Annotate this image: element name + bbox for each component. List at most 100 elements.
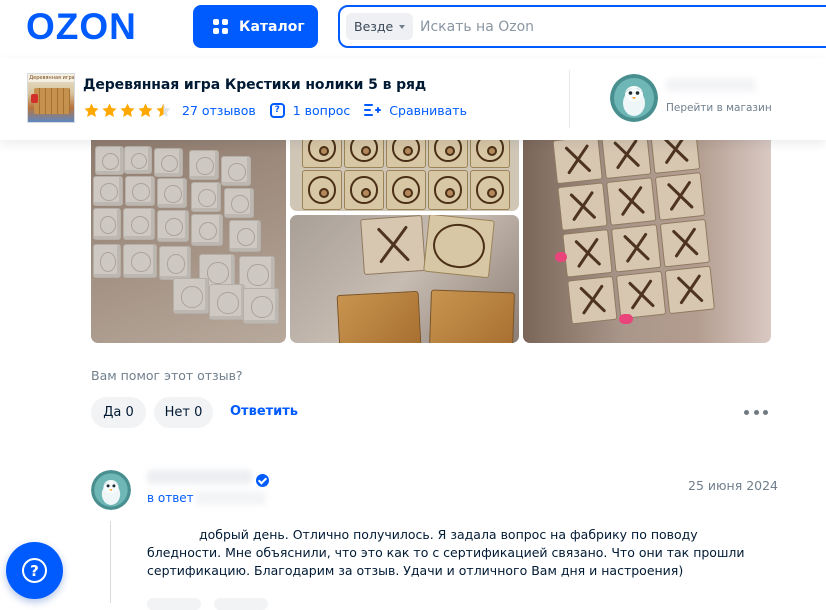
catalog-button[interactable]: Каталог (193, 5, 318, 48)
support-chat-button[interactable]: ? (6, 542, 63, 599)
cube (224, 188, 254, 218)
cube (610, 223, 662, 273)
fingernail (555, 252, 567, 262)
reply-avatar (91, 470, 131, 510)
shop-name-redacted (666, 78, 756, 92)
cube (209, 284, 245, 320)
thumbnail-board (34, 88, 70, 114)
search-scope-label: Везде (354, 19, 394, 34)
review-photo-3[interactable] (290, 215, 519, 343)
reply-to-redacted (196, 491, 266, 505)
cube (243, 288, 279, 324)
rating-stars (83, 102, 173, 119)
cube (615, 270, 667, 320)
grid-icon (213, 19, 228, 34)
star-icon (138, 102, 153, 117)
cube (93, 176, 123, 206)
cube (659, 218, 711, 268)
cube (428, 170, 468, 210)
reply-text: добрый день. Отлично получилось. Я задал… (147, 526, 767, 580)
cube (93, 208, 121, 240)
cube (191, 214, 223, 246)
questions-link[interactable]: ? 1 вопрос (269, 102, 350, 118)
cube (124, 146, 152, 174)
cube (336, 290, 422, 343)
cube (567, 275, 618, 325)
product-sticky-bar: Деревянная игра Деревянная игра Крестики… (0, 58, 826, 140)
cube (157, 210, 189, 242)
cube (221, 156, 251, 186)
cube (229, 220, 261, 252)
cube (154, 148, 183, 177)
cube (470, 170, 510, 210)
compare-icon (364, 104, 382, 116)
product-title[interactable]: Деревянная игра Крестики нолики 5 в ряд (83, 77, 426, 93)
cube (606, 177, 657, 226)
cube (191, 182, 221, 212)
verified-badge-icon (256, 474, 269, 487)
search-bar: Везде (338, 5, 826, 48)
redacted-name (147, 527, 199, 539)
star-icon (120, 102, 135, 117)
reply-button[interactable]: Ответить (230, 404, 298, 419)
search-input[interactable] (420, 15, 820, 39)
question-icon: ? (269, 102, 285, 118)
reply-to-link[interactable]: в ответ (147, 491, 194, 505)
cube (123, 244, 157, 278)
shop-avatar[interactable] (610, 74, 658, 122)
cube (423, 215, 495, 279)
cube (360, 215, 426, 276)
cube (654, 172, 706, 221)
compare-label: Сравнивать (389, 102, 467, 118)
cube (173, 278, 209, 314)
top-header: OZON Каталог Везде (0, 0, 826, 56)
cube (664, 265, 715, 315)
penguin-avatar-icon (91, 470, 131, 510)
star-half-icon (156, 102, 171, 117)
cube (95, 146, 124, 175)
go-to-shop-link[interactable]: Перейти в магазин (666, 102, 772, 114)
cube (557, 182, 608, 231)
divider (569, 70, 570, 128)
thread-line (110, 521, 111, 603)
cube (562, 229, 613, 278)
product-thumbnail[interactable]: Деревянная игра (27, 73, 75, 123)
reply-action-stub[interactable] (214, 598, 268, 610)
reply-action-stub[interactable] (147, 598, 201, 610)
helpful-no-button[interactable]: Нет 0 (154, 397, 213, 428)
ozon-logo[interactable]: OZON (26, 8, 137, 45)
star-icon (84, 102, 99, 117)
helpful-yes-button[interactable]: Да 0 (91, 397, 146, 428)
reply-date: 25 июня 2024 (688, 478, 779, 493)
penguin-avatar-icon (610, 74, 658, 122)
review-photo-4[interactable] (523, 128, 771, 343)
catalog-label: Каталог (239, 18, 305, 35)
fingernail (619, 314, 633, 324)
cube (157, 178, 187, 208)
product-meta-row: 27 отзывов ? 1 вопрос Сравнивать (83, 100, 481, 120)
compare-link[interactable]: Сравнивать (364, 103, 467, 118)
reply-body: добрый день. Отлично получилось. Я задал… (147, 527, 745, 578)
cube (159, 246, 191, 280)
cube (189, 150, 219, 180)
thumbnail-badge (31, 94, 38, 103)
reply-author-redacted (147, 470, 252, 484)
search-scope-select[interactable]: Везде (346, 13, 414, 40)
more-dots-icon[interactable] (744, 402, 768, 422)
cube (344, 170, 384, 210)
chevron-down-icon (399, 24, 406, 29)
star-icon (102, 102, 117, 117)
cube (429, 289, 515, 343)
cube (552, 135, 603, 185)
reviews-link[interactable]: 27 отзывов (182, 103, 256, 118)
cube (302, 170, 342, 210)
cube (125, 176, 155, 206)
review-photo-2[interactable] (290, 128, 519, 211)
help-icon: ? (22, 558, 47, 583)
helpful-question: Вам помог этот отзыв? (91, 368, 243, 383)
cube (93, 244, 121, 278)
review-photo-1[interactable] (91, 128, 286, 343)
thumbnail-caption: Деревянная игра (28, 74, 75, 82)
cube (123, 208, 155, 240)
cube (386, 170, 426, 210)
